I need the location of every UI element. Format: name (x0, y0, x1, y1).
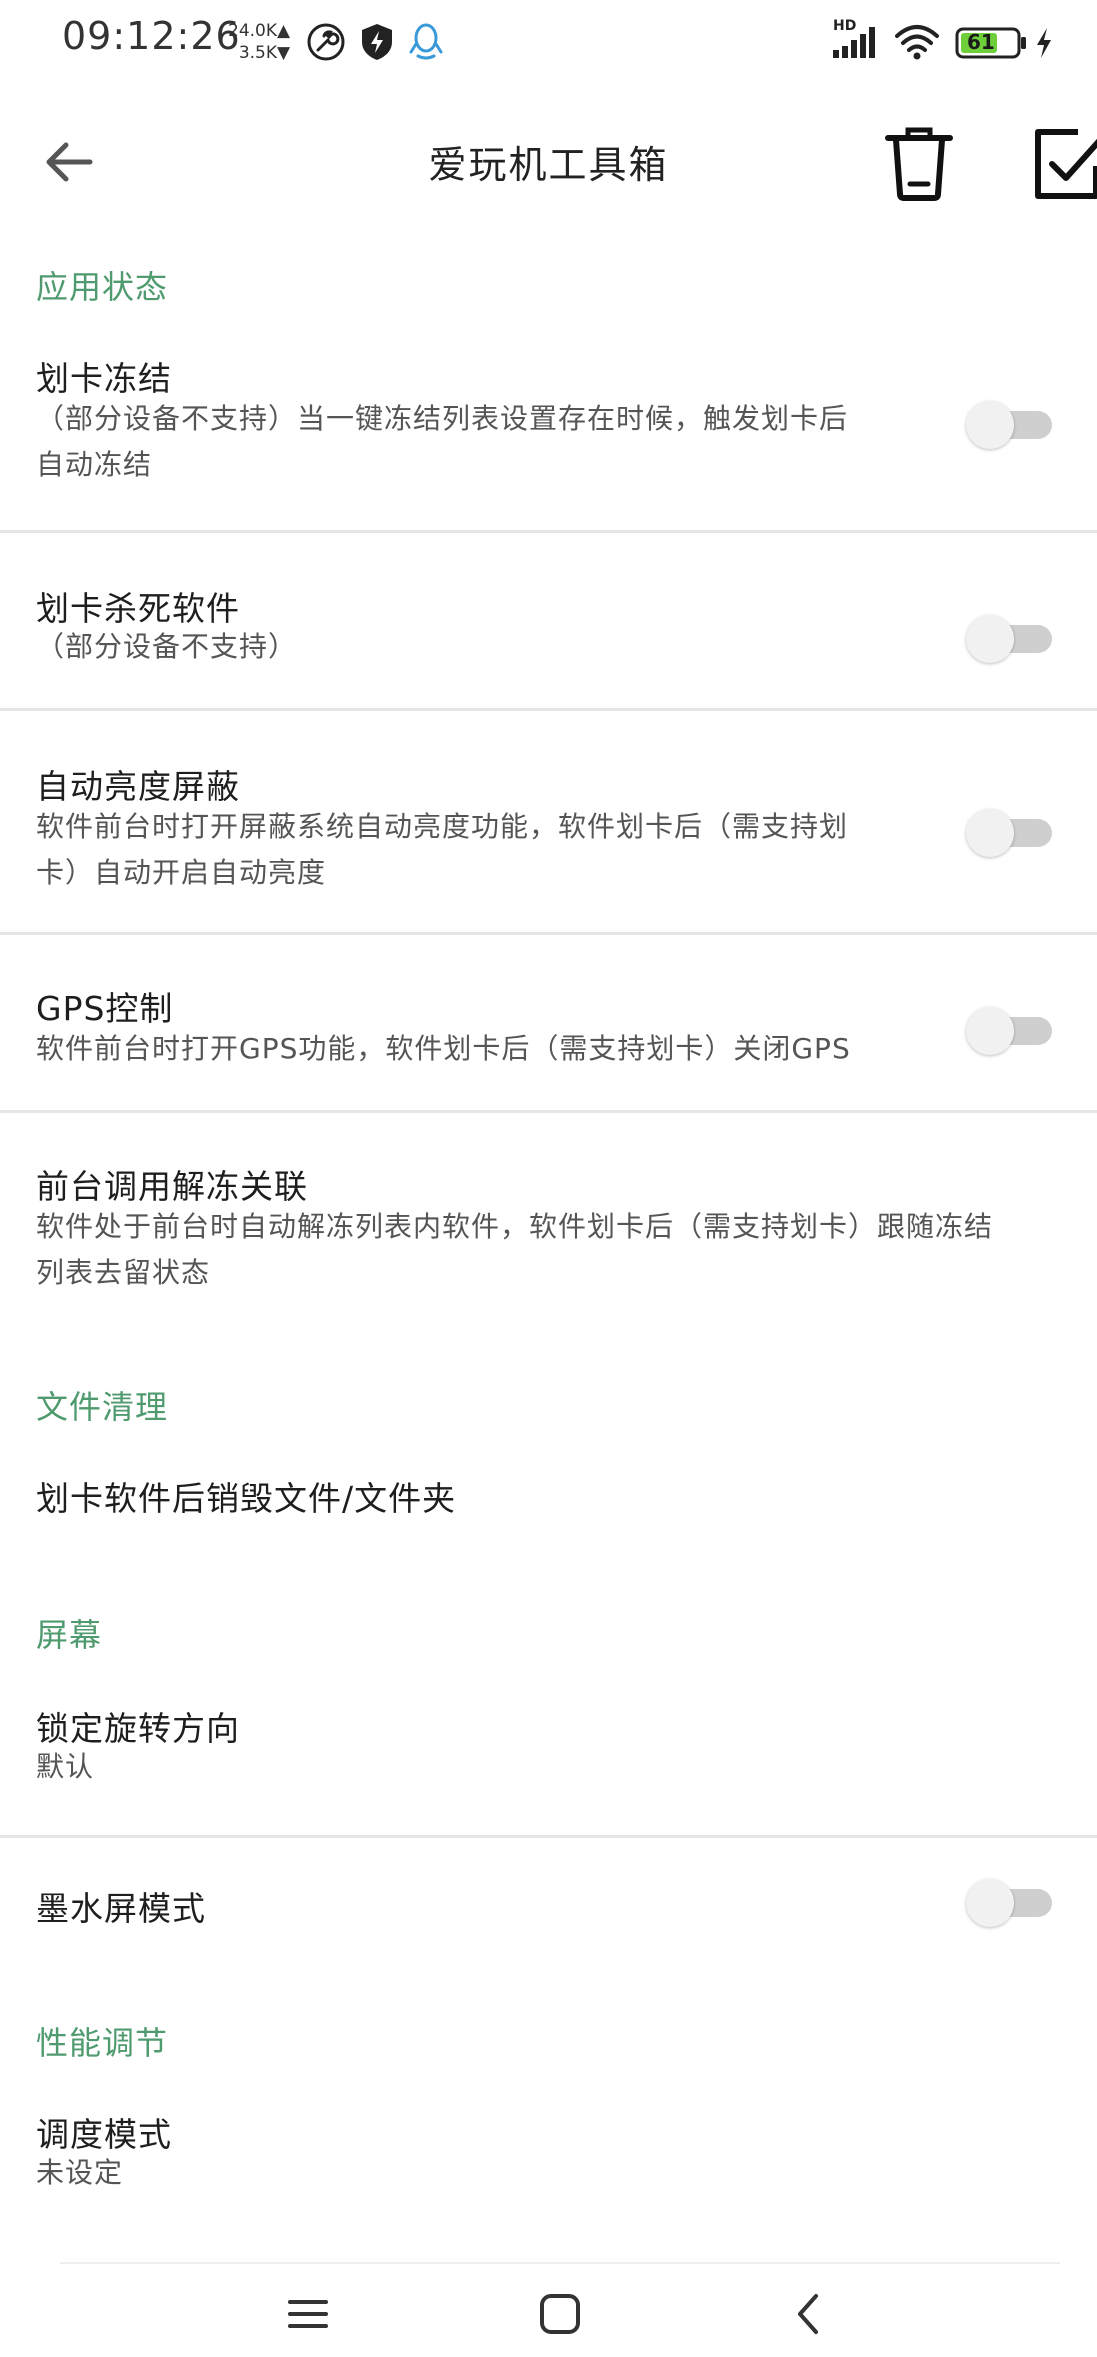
item-subtitle-line2: 自动冻结 (36, 448, 153, 481)
list-item-gps-control[interactable]: GPS控制 软件前台时打开GPS功能，软件划卡后（需支持划卡）关闭GPS (0, 982, 1097, 1102)
item-subtitle-line1: （部分设备不支持） (36, 630, 298, 663)
menu-icon (288, 2300, 328, 2328)
item-title: 划卡杀死软件 (36, 589, 240, 628)
item-title: 划卡冻结 (36, 359, 172, 398)
list-item-swipe-kill[interactable]: 划卡杀死软件 （部分设备不支持） (0, 582, 1097, 702)
wrench-icon (306, 22, 346, 66)
list-item-lock-rotation[interactable]: 锁定旋转方向 默认 (0, 1702, 1097, 1812)
item-title: 锁定旋转方向 (36, 1709, 240, 1748)
app-toolbar: 爱玩机工具箱 (0, 84, 1097, 242)
toggle-switch[interactable] (966, 806, 1056, 857)
battery-level: 61 (967, 30, 995, 54)
switch-thumb (966, 615, 1014, 663)
item-title: 自动亮度屏蔽 (36, 767, 240, 806)
list-item-scheduler-mode[interactable]: 调度模式 未设定 (0, 2108, 1097, 2218)
toggle-switch[interactable] (966, 612, 1056, 663)
section-header-app-state: 应用状态 (36, 268, 169, 306)
toggle-switch[interactable] (966, 1876, 1056, 1927)
item-title: 墨水屏模式 (36, 1889, 206, 1928)
system-nav-bar (0, 2262, 1097, 2357)
item-subtitle-line1: 软件前台时打开屏蔽系统自动亮度功能，软件划卡后（需支持划 (36, 810, 849, 843)
home-icon (540, 2294, 580, 2334)
item-title: GPS控制 (36, 989, 174, 1028)
status-bar: 09:12:26 24.0K▲ 3.5K▼ HD 61 (0, 0, 1097, 84)
switch-thumb (966, 809, 1014, 857)
section-header-screen: 屏幕 (36, 1616, 103, 1654)
switch-thumb (966, 401, 1014, 449)
list-item-foreground-unfreeze[interactable]: 前台调用解冻关联 软件处于前台时自动解冻列表内软件，软件划卡后（需支持划卡）跟随… (0, 1160, 1097, 1300)
item-subtitle-line1: 软件处于前台时自动解冻列表内软件，软件划卡后（需支持划卡）跟随冻结 (36, 1210, 994, 1243)
divider (0, 932, 1097, 935)
nav-divider (60, 2262, 1060, 2264)
item-subtitle-line1: 默认 (36, 1750, 95, 1783)
toggle-switch[interactable] (966, 398, 1056, 449)
divider (0, 1110, 1097, 1113)
checkbox-icon (1035, 129, 1097, 199)
confirm-button[interactable] (1030, 126, 1097, 204)
trash-icon (885, 127, 953, 201)
charging-icon (1033, 26, 1055, 64)
item-title: 调度模式 (36, 2115, 172, 2154)
divider (0, 530, 1097, 533)
item-subtitle-line1: （部分设备不支持）当一键冻结列表设置存在时候，触发划卡后 (36, 402, 849, 435)
list-item-eink-mode[interactable]: 墨水屏模式 (0, 1879, 1097, 1962)
item-title: 划卡软件后销毁文件/文件夹 (36, 1479, 457, 1518)
divider (0, 708, 1097, 711)
item-subtitle-line2: 卡）自动开启自动亮度 (36, 856, 327, 889)
list-item-destroy-files[interactable]: 划卡软件后销毁文件/文件夹 (0, 1472, 1097, 1552)
switch-thumb (966, 1879, 1014, 1927)
switch-thumb (966, 1007, 1014, 1055)
wifi-icon (893, 22, 941, 66)
qq-icon (408, 22, 444, 66)
toggle-switch[interactable] (966, 1004, 1056, 1055)
divider (0, 1835, 1097, 1838)
item-subtitle-line2: 列表去留状态 (36, 1256, 211, 1289)
menu-button[interactable] (278, 2284, 338, 2344)
section-header-performance: 性能调节 (36, 2024, 169, 2062)
section-header-file-clean: 文件清理 (36, 1388, 169, 1426)
item-subtitle-line1: 未设定 (36, 2156, 124, 2189)
item-subtitle-line1: 软件前台时打开GPS功能，软件划卡后（需支持划卡）关闭GPS (36, 1032, 851, 1065)
battery-icon: 61 (955, 26, 1029, 64)
back-icon (798, 2294, 818, 2334)
home-button[interactable] (530, 2284, 590, 2344)
nav-back-button[interactable] (780, 2284, 840, 2344)
shield-bolt-icon (358, 22, 396, 66)
list-item-auto-brightness[interactable]: 自动亮度屏蔽 软件前台时打开屏蔽系统自动亮度功能，软件划卡后（需支持划 卡）自动… (0, 760, 1097, 930)
upload-speed: 24.0K▲ (228, 21, 291, 41)
list-item-swipe-freeze[interactable]: 划卡冻结 （部分设备不支持）当一键冻结列表设置存在时候，触发划卡后 自动冻结 (0, 352, 1097, 614)
item-title: 前台调用解冻关联 (36, 1167, 308, 1206)
download-speed: 3.5K▼ (238, 43, 291, 63)
delete-button[interactable] (880, 124, 958, 202)
network-speed: 24.0K▲ 3.5K▼ (228, 20, 290, 64)
status-time: 09:12:26 (62, 14, 241, 58)
status-right-group: HD 61 (831, 18, 1061, 64)
